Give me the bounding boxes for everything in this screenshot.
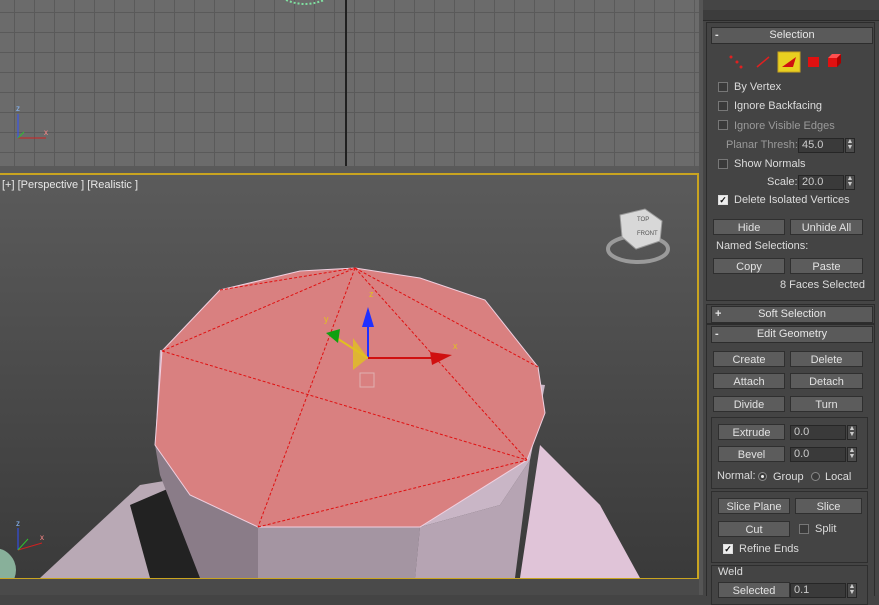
delete-isolated-checkbox[interactable]: ✓	[718, 195, 728, 205]
top-viewport[interactable]: z x	[0, 0, 700, 166]
partial-sphere	[0, 548, 16, 578]
element-icon[interactable]	[828, 54, 841, 67]
scale-spinner[interactable]: ▲ ▼	[845, 175, 855, 190]
slice-plane-button[interactable]: Slice Plane	[718, 498, 790, 514]
ignore-backfacing-label: Ignore Backfacing	[734, 100, 823, 112]
subobject-icons	[729, 51, 841, 73]
paste-button[interactable]: Paste	[790, 258, 863, 274]
selection-rollout-header[interactable]: - Selection	[711, 27, 873, 44]
by-vertex-checkbox[interactable]	[718, 82, 728, 92]
ignore-visible-edges-checkbox[interactable]	[718, 120, 728, 130]
soft-selection-rollout: + Soft Selection	[706, 304, 875, 324]
bevel-spinner[interactable]: ▲ ▼	[847, 447, 857, 462]
gizmo-y-label: y	[324, 314, 329, 324]
vertex-icon[interactable]	[729, 55, 743, 69]
unhide-all-button[interactable]: Unhide All	[790, 219, 863, 235]
create-button[interactable]: Create	[713, 351, 785, 367]
collapse-sign: -	[715, 29, 719, 41]
show-normals-label: Show Normals	[734, 158, 806, 170]
planar-thresh-input[interactable]: 45.0	[798, 138, 844, 153]
bevel-button[interactable]: Bevel	[718, 446, 785, 462]
edit-geometry-header[interactable]: - Edit Geometry	[711, 326, 873, 343]
right-object	[520, 445, 640, 578]
show-normals-checkbox[interactable]	[718, 159, 728, 169]
detach-button[interactable]: Detach	[790, 373, 863, 389]
hide-button[interactable]: Hide	[713, 219, 785, 235]
split-label: Split	[815, 523, 837, 535]
scale-input[interactable]: 20.0	[798, 175, 844, 190]
bevel-input[interactable]: 0.0	[790, 447, 846, 462]
cylinder-side-front	[258, 527, 420, 578]
expand-sign: +	[715, 308, 722, 320]
viewcube-front-label: FRONT	[637, 231, 658, 237]
weld-threshold-spinner[interactable]: ▲ ▼	[847, 583, 857, 598]
turn-button[interactable]: Turn	[790, 396, 863, 412]
extrude-button[interactable]: Extrude	[718, 424, 785, 440]
polygon-icon[interactable]	[808, 57, 819, 67]
ignore-visible-edges-label: Ignore Visible Edges	[734, 120, 835, 132]
gizmo-x-label: x	[453, 341, 458, 351]
refine-ends-checkbox[interactable]: ✓	[723, 544, 733, 554]
local-label: Local	[825, 471, 852, 483]
delete-isolated-label: Delete Isolated Vertices	[734, 194, 850, 206]
named-selections-label: Named Selections:	[716, 240, 809, 252]
viewport-label[interactable]: [+] [Perspective ] [Realistic ]	[2, 179, 138, 191]
edit-geometry-rollout: - Edit Geometry Create Delete Attach Det…	[706, 324, 875, 605]
viewport-bottom-strip	[0, 579, 702, 595]
collapse-sign: -	[715, 328, 719, 340]
planar-thresh-spinner[interactable]: ▲ ▼	[845, 138, 855, 153]
perspective-scene	[0, 208, 670, 578]
divide-button[interactable]: Divide	[713, 396, 785, 412]
perspective-viewport[interactable]: [+] [Perspective ] [Realistic ] TOP FRON…	[0, 173, 699, 580]
extrude-spinner[interactable]: ▲ ▼	[847, 425, 857, 440]
selection-status: 8 Faces Selected	[780, 279, 865, 291]
split-checkbox[interactable]	[799, 524, 809, 534]
planar-thresh-label: Planar Thresh:	[726, 139, 798, 151]
axis-x-label: x	[44, 128, 48, 137]
ignore-backfacing-checkbox[interactable]	[718, 101, 728, 111]
selection-title: Selection	[769, 29, 815, 41]
viewport-separator[interactable]	[0, 166, 702, 173]
group-label: Group	[773, 471, 804, 483]
delete-button[interactable]: Delete	[790, 351, 863, 367]
axis-z-label: z	[16, 104, 20, 113]
normal-label: Normal:	[717, 470, 756, 482]
slice-button[interactable]: Slice	[795, 498, 862, 514]
copy-button[interactable]: Copy	[713, 258, 785, 274]
persp-axis-x-label: x	[40, 533, 44, 542]
gizmo-z-label: z	[369, 289, 374, 299]
weld-threshold-input[interactable]: 0.1	[790, 583, 846, 598]
soft-selection-header[interactable]: + Soft Selection	[711, 306, 873, 323]
selection-rollout: - Selection By Vertex Ignore Backfacing …	[706, 22, 875, 301]
top-viewport-graphics	[17, 0, 325, 139]
scale-label: Scale:	[767, 176, 798, 188]
cut-button[interactable]: Cut	[718, 521, 790, 537]
soft-selection-title: Soft Selection	[758, 308, 826, 320]
group-radio[interactable]	[758, 472, 767, 481]
command-panel: - Selection By Vertex Ignore Backfacing …	[703, 0, 879, 605]
panel-top-edge	[703, 10, 879, 21]
extrude-input[interactable]: 0.0	[790, 425, 846, 440]
edit-geometry-title: Edit Geometry	[756, 328, 828, 340]
local-radio[interactable]	[811, 472, 820, 481]
persp-axis-z-label: z	[16, 519, 20, 528]
weld-label: Weld	[718, 566, 743, 578]
edge-icon[interactable]	[756, 56, 770, 68]
refine-ends-label: Refine Ends	[739, 543, 799, 555]
attach-button[interactable]: Attach	[713, 373, 785, 389]
by-vertex-label: By Vertex	[734, 81, 782, 93]
sphere-edge	[285, 0, 325, 5]
axis-y-line	[17, 131, 25, 139]
viewcube[interactable]	[619, 208, 663, 250]
viewcube-top-label: TOP	[637, 217, 650, 223]
weld-selected-button[interactable]: Selected	[718, 582, 790, 598]
